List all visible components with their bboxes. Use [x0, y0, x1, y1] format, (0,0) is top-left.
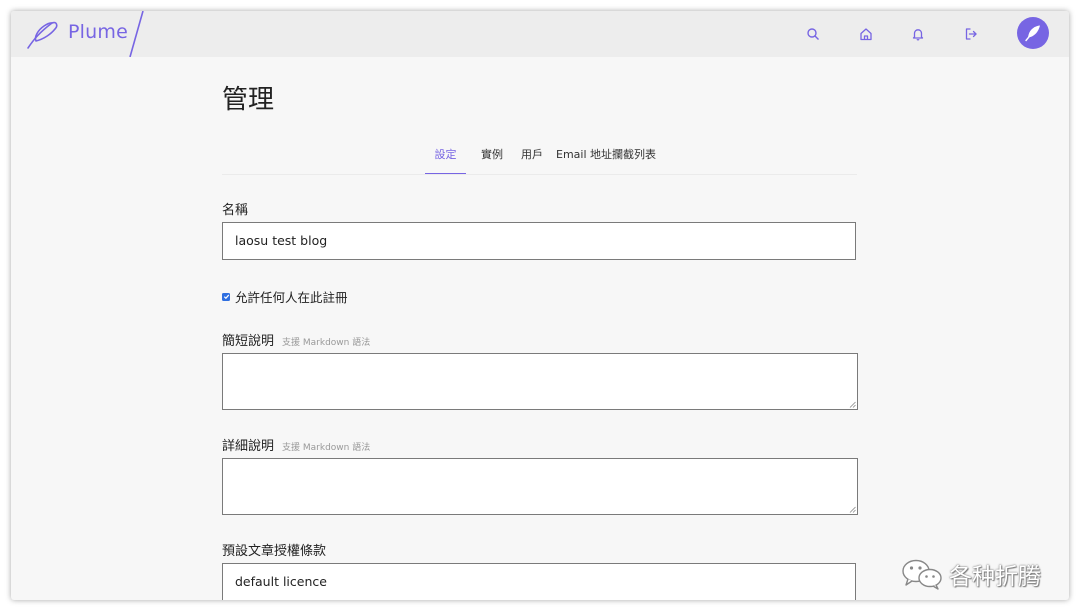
feather-logo-icon[interactable] [24, 17, 60, 51]
long-description-label: 詳細說明 支援 Markdown 語法 [222, 435, 370, 454]
name-label: 名稱 [222, 203, 249, 218]
page-title: 管理 [222, 85, 275, 115]
long-description-textarea[interactable] [222, 458, 858, 515]
open-registration-label[interactable]: 允許任何人在此註冊 [235, 287, 348, 306]
default-license-label: 預設文章授權條款 [222, 544, 327, 559]
header-divider [129, 11, 144, 57]
home-icon[interactable] [856, 24, 876, 44]
tab-users[interactable]: 用戶 [516, 141, 548, 173]
open-registration-row: 允許任何人在此註冊 [222, 287, 348, 306]
check-icon [223, 294, 229, 300]
long-description-label-text: 詳細說明 [222, 439, 275, 454]
top-header: Plume [11, 11, 1069, 57]
brand-name[interactable]: Plume [68, 21, 128, 43]
user-avatar[interactable] [1017, 17, 1049, 49]
logout-icon[interactable] [961, 24, 981, 44]
admin-tabs: 設定 實例 用戶 Email 地址攔截列表 [222, 141, 857, 175]
bell-icon[interactable] [908, 24, 928, 44]
resize-grip-icon[interactable] [849, 401, 856, 408]
watermark-text: 各种折腾 [949, 564, 1041, 590]
open-registration-checkbox[interactable] [222, 292, 230, 301]
feather-avatar-icon [1025, 25, 1040, 42]
resize-grip-icon[interactable] [849, 506, 856, 513]
short-description-label: 簡短說明 支援 Markdown 語法 [222, 330, 370, 349]
wechat-icon [902, 559, 942, 590]
browser-window: Plume 管理 設定 實例 用戶 Email 地址攔截列表 名稱 laosu … [11, 11, 1069, 600]
watermark: 各种折腾 [901, 556, 1041, 592]
default-license-input[interactable]: default licence [222, 563, 856, 600]
short-description-label-text: 簡短說明 [222, 334, 275, 349]
markdown-hint: 支援 Markdown 語法 [282, 443, 371, 453]
tab-email-blocklist[interactable]: Email 地址攔截列表 [556, 141, 656, 173]
short-description-textarea[interactable] [222, 353, 858, 410]
search-icon[interactable] [803, 24, 823, 44]
name-input[interactable]: laosu test blog [222, 222, 856, 260]
tab-instances[interactable]: 實例 [476, 141, 508, 173]
tab-settings[interactable]: 設定 [425, 141, 466, 174]
markdown-hint: 支援 Markdown 語法 [282, 338, 371, 348]
